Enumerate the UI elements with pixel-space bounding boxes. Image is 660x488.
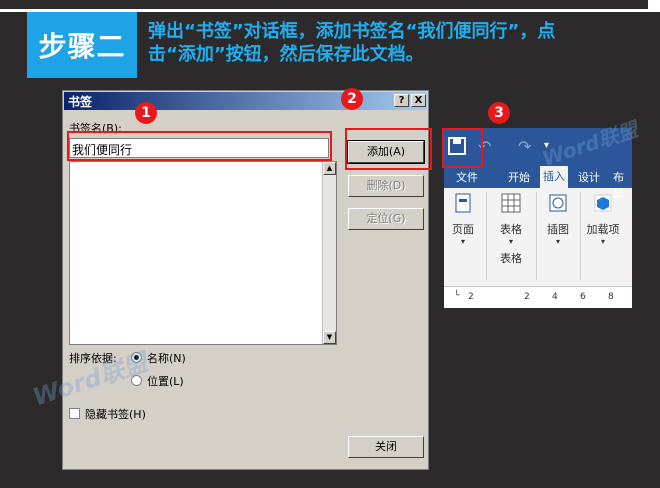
close-icon[interactable]: X xyxy=(411,94,426,107)
tab-design[interactable]: 设计 xyxy=(578,169,600,185)
tab-home[interactable]: 开始 xyxy=(508,169,530,185)
dialog-title: 书签 xyxy=(68,95,93,109)
table-group-caption: 表格 xyxy=(500,252,522,265)
addins-button[interactable]: 加载项 ▾ xyxy=(586,192,620,246)
instruction-line-1: 弹出“书签”对话框，添加书签名“我们便同行”，点 xyxy=(148,21,556,42)
illustrations-label: 插图 xyxy=(547,223,569,236)
tab-file[interactable]: 文件 xyxy=(456,169,478,185)
close-button[interactable]: 关闭 xyxy=(348,436,424,458)
step-badge: 步骤二 xyxy=(27,12,137,78)
hidden-bookmarks-checkbox[interactable] xyxy=(69,408,80,419)
callout-1: 1 xyxy=(135,102,157,124)
dialog-titlebar: 书签 ? X xyxy=(64,92,427,110)
highlight-name-input xyxy=(67,131,332,161)
highlight-save-button xyxy=(442,128,483,168)
bookmark-list[interactable]: ▲ ▼ xyxy=(69,161,337,345)
instruction-line-2: 击“添加”按钮，然后保存此文档。 xyxy=(148,44,424,65)
instruction-text: 弹出“书签”对话框，添加书签名“我们便同行”，点 击“添加”按钮，然后保存此文档… xyxy=(148,20,653,66)
table-icon xyxy=(501,193,521,213)
list-scrollbar[interactable]: ▲ ▼ xyxy=(322,162,336,344)
ruler-corner-icon: └ xyxy=(454,291,460,301)
sort-by-name-label: 名称(N) xyxy=(147,352,186,365)
illustrations-button[interactable]: 插图 ▾ xyxy=(542,192,574,246)
tab-insert[interactable]: 插入 xyxy=(540,166,568,188)
goto-button[interactable]: 定位(G) xyxy=(348,208,424,230)
top-border xyxy=(0,0,660,12)
addins-label: 加载项 xyxy=(586,223,620,236)
callout-3: 3 xyxy=(488,102,510,124)
pages-label: 页面 xyxy=(452,223,474,236)
redo-icon[interactable]: ↷ xyxy=(518,137,531,156)
scroll-up-icon[interactable]: ▲ xyxy=(323,162,336,175)
scroll-down-icon[interactable]: ▼ xyxy=(323,331,336,344)
delete-button[interactable]: 删除(D) xyxy=(348,175,424,197)
pages-button[interactable]: 页面 ▾ xyxy=(448,192,478,246)
table-button[interactable]: 表格 ▾ 表格 xyxy=(494,192,528,266)
hidden-bookmarks-label: 隐藏书签(H) xyxy=(85,408,146,421)
sort-by-location-label: 位置(L) xyxy=(147,375,184,388)
help-button[interactable]: ? xyxy=(394,94,409,107)
callout-2: 2 xyxy=(341,88,363,110)
shapes-icon xyxy=(549,194,567,212)
table-label: 表格 xyxy=(500,223,522,236)
addin-cube-icon xyxy=(594,194,612,212)
ruler: └ 2 2 4 6 8 xyxy=(444,286,632,308)
highlight-add-button xyxy=(345,128,432,170)
ribbon-tabs: 文件 开始 插入 设计 布局 xyxy=(444,166,632,200)
page-icon xyxy=(455,193,471,213)
